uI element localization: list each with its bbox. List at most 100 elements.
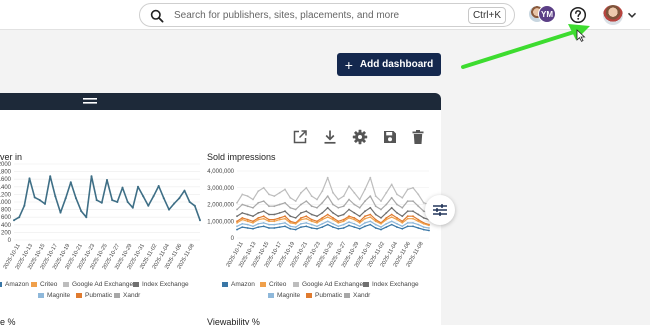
data-point xyxy=(396,222,398,225)
data-point xyxy=(316,206,318,209)
legend-label: Google Ad Exchange xyxy=(72,281,134,288)
data-point xyxy=(369,216,372,218)
data-point xyxy=(310,205,313,208)
data-point xyxy=(396,212,398,214)
data-point xyxy=(332,212,334,214)
legend-item[interactable]: Google Ad Exchange xyxy=(63,281,133,288)
data-point xyxy=(64,197,67,200)
data-point xyxy=(406,210,409,213)
data-point xyxy=(54,195,57,198)
data-point xyxy=(273,223,276,226)
data-point xyxy=(385,218,388,221)
data-point xyxy=(273,195,276,197)
data-point xyxy=(342,227,345,229)
data-point xyxy=(188,201,191,203)
data-point xyxy=(348,215,350,218)
data-point xyxy=(310,195,313,197)
y-tick-label: 200 xyxy=(1,230,12,236)
data-point xyxy=(273,218,276,221)
legend-item[interactable]: Magnite xyxy=(38,292,70,299)
data-point xyxy=(412,215,414,218)
data-point xyxy=(321,226,324,228)
data-point xyxy=(289,222,292,224)
data-point xyxy=(305,225,308,228)
search-input[interactable] xyxy=(174,7,464,23)
save-icon[interactable] xyxy=(382,129,398,145)
add-dashboard-button[interactable]: + Add dashboard xyxy=(337,53,441,76)
search-bar[interactable]: Ctrl+K xyxy=(139,3,515,27)
data-point xyxy=(385,191,388,194)
data-point xyxy=(401,225,404,228)
legend-label: Google Ad Exchange xyxy=(302,281,364,288)
data-point xyxy=(278,226,281,228)
line-chart-total: 0200400600800100012001400160018002000202… xyxy=(0,162,201,271)
data-point xyxy=(157,185,160,187)
data-point xyxy=(126,201,129,203)
legend-item[interactable]: Google Ad Exchange xyxy=(293,281,363,288)
legend-item[interactable]: Index Exchange xyxy=(133,281,189,288)
legend-item[interactable]: Magnite xyxy=(268,292,300,299)
data-point xyxy=(121,186,124,189)
data-point xyxy=(380,200,382,202)
legend-item[interactable]: Amazon xyxy=(222,281,255,288)
data-point xyxy=(95,199,98,202)
data-point xyxy=(294,200,297,202)
data-point xyxy=(380,217,382,219)
data-point xyxy=(342,220,345,223)
data-point xyxy=(268,193,270,196)
download-icon[interactable] xyxy=(322,129,338,145)
data-point xyxy=(417,227,420,229)
data-point xyxy=(364,188,366,191)
data-point xyxy=(300,222,302,225)
data-point xyxy=(278,218,281,221)
drag-handle-icon[interactable] xyxy=(83,98,97,105)
data-point xyxy=(342,205,345,208)
data-point xyxy=(252,198,254,201)
legend-item[interactable]: Xandr xyxy=(114,292,140,299)
data-point xyxy=(80,210,83,213)
data-point xyxy=(326,206,329,209)
data-point xyxy=(348,217,350,219)
data-point xyxy=(417,205,420,208)
chart-legend: Amazon Criteo Google Ad Exchange Index Exch… xyxy=(0,281,205,311)
data-point xyxy=(417,193,420,196)
data-point xyxy=(273,220,276,223)
data-point xyxy=(374,227,377,229)
data-point xyxy=(412,210,414,213)
gear-icon[interactable] xyxy=(352,129,368,145)
legend-item[interactable]: Amazon xyxy=(0,281,29,288)
data-point xyxy=(412,217,414,220)
data-point xyxy=(417,220,420,223)
legend-item[interactable]: Criteo xyxy=(260,281,286,288)
data-point xyxy=(262,200,265,202)
legend-label: Xandr xyxy=(123,292,141,299)
data-point xyxy=(422,217,425,219)
data-point xyxy=(412,186,414,189)
data-point xyxy=(241,218,244,221)
data-point xyxy=(422,228,425,231)
data-point xyxy=(294,208,297,211)
legend-item[interactable]: Pubmatic xyxy=(76,292,112,299)
filter-button[interactable] xyxy=(425,195,455,225)
data-point xyxy=(422,222,425,225)
data-point xyxy=(300,217,302,219)
open-external-icon[interactable] xyxy=(292,129,308,145)
data-point xyxy=(385,217,388,219)
legend-item[interactable]: Pubmatic xyxy=(306,292,342,299)
data-point xyxy=(241,203,244,206)
legend-swatch xyxy=(38,293,44,298)
y-tick-label: 400 xyxy=(1,223,12,229)
legend-item[interactable]: Index Exchange xyxy=(363,281,419,288)
data-point xyxy=(369,213,372,216)
data-point xyxy=(38,199,41,202)
data-point xyxy=(358,227,361,230)
data-point xyxy=(305,217,308,220)
legend-item[interactable]: Criteo xyxy=(31,281,57,288)
y-tick-label: 2000 xyxy=(0,162,12,168)
data-point xyxy=(316,198,318,201)
data-point xyxy=(316,227,318,230)
trash-icon[interactable] xyxy=(410,129,426,145)
data-point xyxy=(358,206,361,209)
legend-item[interactable]: Xandr xyxy=(344,292,370,299)
profile-menu[interactable] xyxy=(601,4,641,26)
